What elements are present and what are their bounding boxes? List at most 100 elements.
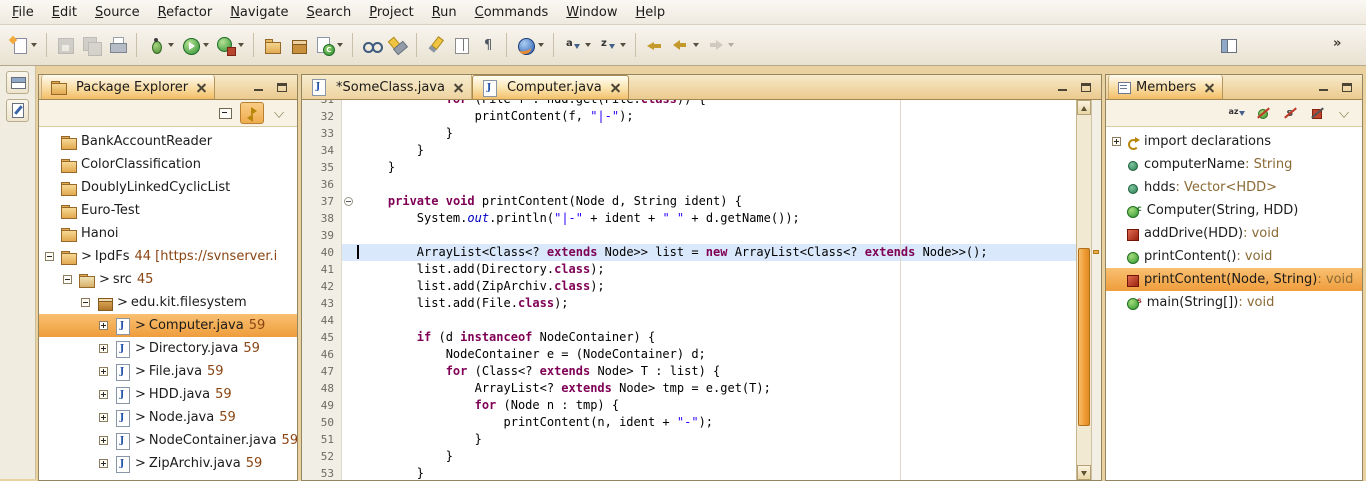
- members-tab[interactable]: Members: [1108, 75, 1223, 99]
- code-line-48[interactable]: 48 ArrayList<? extends Node> tmp = e.get…: [302, 380, 1076, 397]
- code-text[interactable]: }: [355, 431, 1076, 448]
- mark-occurrences-button[interactable]: [423, 31, 448, 59]
- member-item-main-string[interactable]: smain(String[]) : void: [1106, 291, 1362, 314]
- member-item-computername[interactable]: computerName : String: [1106, 153, 1362, 176]
- code-line-43[interactable]: 43 list.add(File.class);: [302, 295, 1076, 312]
- collapse-fold-icon[interactable]: [344, 197, 353, 206]
- tree-item-hdd-java[interactable]: >HDD.java59: [39, 383, 297, 406]
- minimize-view-button[interactable]: [1314, 79, 1333, 96]
- scroll-down-button[interactable]: [1077, 465, 1091, 480]
- tree-item-colorclassification[interactable]: ColorClassification: [39, 153, 297, 176]
- code-text[interactable]: [355, 312, 1076, 329]
- code-text[interactable]: if (d instanceof NodeContainer) {: [355, 329, 1076, 346]
- tree-item-file-java[interactable]: >File.java59: [39, 360, 297, 383]
- member-item-hdds[interactable]: hdds : Vector<HDD>: [1106, 176, 1362, 199]
- back-button[interactable]: [668, 31, 702, 59]
- editor-tab-computer-java[interactable]: Computer.java: [472, 75, 629, 99]
- code-line-53[interactable]: 53 }: [302, 465, 1076, 480]
- plus-expander-icon[interactable]: [99, 367, 108, 376]
- show-whitespace-button[interactable]: [475, 31, 500, 59]
- close-tab-icon[interactable]: [611, 83, 620, 92]
- collapse-all-button[interactable]: [213, 102, 237, 124]
- menu-item-navigate[interactable]: Navigate: [221, 1, 297, 24]
- code-text[interactable]: printContent(n, ident + "-");: [355, 414, 1076, 431]
- tree-item-doublylinkedcycliclist[interactable]: DoublyLinkedCyclicList: [39, 176, 297, 199]
- tree-item-nodecontainer-java[interactable]: >NodeContainer.java59: [39, 429, 297, 452]
- new-java-project-button[interactable]: [260, 31, 285, 59]
- sort-ascending-dropdown-arrow[interactable]: [585, 43, 591, 47]
- code-text[interactable]: list.add(Directory.class);: [355, 261, 1076, 278]
- hide-fields-button[interactable]: [1251, 102, 1275, 124]
- member-item-adddrive-hdd[interactable]: addDrive(HDD) : void: [1106, 222, 1362, 245]
- menu-item-window[interactable]: Window: [557, 1, 626, 24]
- open-perspective-button[interactable]: [1216, 31, 1241, 59]
- web-browser-dropdown-arrow[interactable]: [538, 43, 544, 47]
- run-external-tools-dropdown-arrow[interactable]: [238, 43, 244, 47]
- web-browser-button[interactable]: [513, 31, 547, 59]
- code-text[interactable]: ArrayList<? extends Node> tmp = e.get(T)…: [355, 380, 1076, 397]
- tree-item-computer-java[interactable]: >Computer.java59: [39, 314, 297, 337]
- close-view-icon[interactable]: [1205, 83, 1214, 92]
- tree-item-ziparchiv-java[interactable]: >ZipArchiv.java59: [39, 452, 297, 475]
- code-text[interactable]: }: [355, 125, 1076, 142]
- tree-item-edu-kit-filesystem[interactable]: >edu.kit.filesystem: [39, 291, 297, 314]
- menu-item-search[interactable]: Search: [298, 1, 361, 24]
- code-text[interactable]: list.add(File.class);: [355, 295, 1076, 312]
- code-line-46[interactable]: 46 NodeContainer e = (NodeContainer) d;: [302, 346, 1076, 363]
- code-line-37[interactable]: 37 private void printContent(Node d, Str…: [302, 193, 1076, 210]
- code-line-32[interactable]: 32 printContent(f, "|-");: [302, 108, 1076, 125]
- sort-descending-button[interactable]: [595, 31, 629, 59]
- plus-expander-icon[interactable]: [99, 413, 108, 422]
- sort-ascending-button[interactable]: [560, 31, 594, 59]
- back-dropdown-arrow[interactable]: [693, 43, 699, 47]
- run-button[interactable]: [178, 31, 212, 59]
- code-text[interactable]: list.add(ZipArchiv.class);: [355, 278, 1076, 295]
- plus-expander-icon[interactable]: [99, 390, 108, 399]
- editor-vertical-scrollbar[interactable]: [1076, 100, 1091, 480]
- minimize-editor-button[interactable]: [1053, 79, 1072, 96]
- plus-expander-icon[interactable]: [99, 436, 108, 445]
- editor-tab-someclass-java[interactable]: *SomeClass.java: [302, 75, 472, 99]
- menu-item-source[interactable]: Source: [86, 1, 149, 24]
- minus-expander-icon[interactable]: [45, 252, 54, 261]
- tree-item-ipdfs[interactable]: >IpdFs44 [https://svnserver.i: [39, 245, 297, 268]
- code-text[interactable]: NodeContainer e = (NodeContainer) d;: [355, 346, 1076, 363]
- member-item-printcontent-node-string[interactable]: printContent(Node, String) : void: [1106, 268, 1362, 291]
- tree-item-node-java[interactable]: >Node.java59: [39, 406, 297, 429]
- forward-button[interactable]: [703, 31, 737, 59]
- scrollbar-thumb[interactable]: [1078, 248, 1090, 426]
- code-text[interactable]: }: [355, 465, 1076, 480]
- menu-item-file[interactable]: File: [3, 1, 43, 24]
- code-text[interactable]: printContent(f, "|-");: [355, 108, 1076, 125]
- code-line-39[interactable]: 39: [302, 227, 1076, 244]
- new-wizard-button[interactable]: [6, 31, 40, 59]
- menu-item-run[interactable]: Run: [423, 1, 466, 24]
- forward-dropdown-arrow[interactable]: [728, 43, 734, 47]
- code-line-35[interactable]: 35 }: [302, 159, 1076, 176]
- view-menu-button[interactable]: [267, 102, 291, 124]
- maximize-editor-button[interactable]: [1076, 79, 1095, 96]
- code-text[interactable]: System.out.println("|-" + ident + " " + …: [355, 210, 1076, 227]
- code-text[interactable]: for (Node n : tmp) {: [355, 397, 1076, 414]
- code-text[interactable]: for (File f : hdd.get(File.class)) {: [355, 100, 1076, 108]
- maximize-view-button[interactable]: [272, 79, 291, 96]
- tree-item-euro-test[interactable]: Euro-Test: [39, 199, 297, 222]
- code-line-38[interactable]: 38 System.out.println("|-" + ident + " "…: [302, 210, 1076, 227]
- save-all-button[interactable]: [79, 31, 104, 59]
- minimize-view-button[interactable]: [249, 79, 268, 96]
- view-menu-button[interactable]: [1332, 102, 1356, 124]
- tree-item-bankaccountreader[interactable]: BankAccountReader: [39, 130, 297, 153]
- code-line-33[interactable]: 33 }: [302, 125, 1076, 142]
- code-line-41[interactable]: 41 list.add(Directory.class);: [302, 261, 1076, 278]
- code-area[interactable]: 31 for (File f : hdd.get(File.class)) {3…: [302, 100, 1076, 480]
- close-view-icon[interactable]: [197, 83, 206, 92]
- last-edit-location-button[interactable]: [642, 31, 667, 59]
- code-line-51[interactable]: 51 }: [302, 431, 1076, 448]
- restore-view-button[interactable]: [6, 71, 29, 94]
- code-line-31[interactable]: 31 for (File f : hdd.get(File.class)) {: [302, 100, 1076, 108]
- sort-button[interactable]: [1224, 102, 1248, 124]
- code-line-47[interactable]: 47 for (Class<? extends Node> T : list) …: [302, 363, 1076, 380]
- package-explorer-tab[interactable]: Package Explorer: [41, 75, 215, 99]
- plus-expander-icon[interactable]: [99, 321, 108, 330]
- open-type-button[interactable]: [359, 31, 384, 59]
